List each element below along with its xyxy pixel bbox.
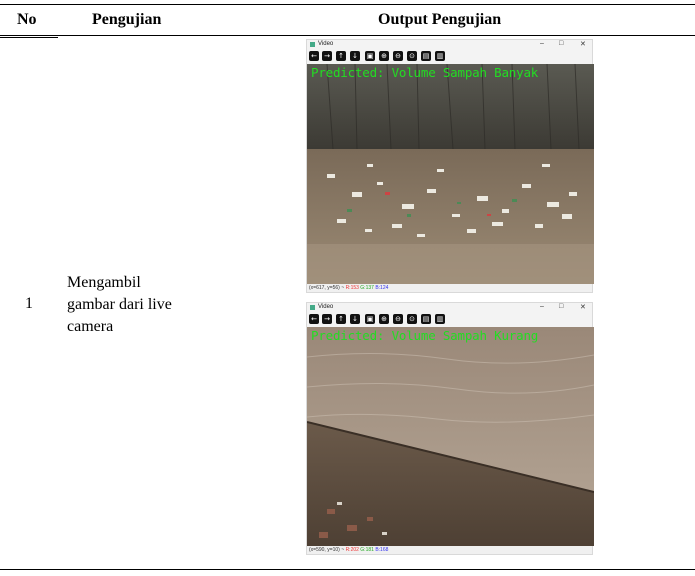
minimize-button[interactable]: –: [540, 303, 544, 310]
status-bar: (x=590, y=10) ~ R:202 G:181 B:168: [307, 546, 592, 554]
maximize-button[interactable]: □: [559, 303, 563, 310]
header-no: No: [17, 11, 37, 28]
camera-frame-river-trash: Predicted: Volume Sampah Banyak: [307, 64, 594, 284]
properties-icon[interactable]: ▥: [435, 314, 445, 324]
close-button[interactable]: ✕: [580, 40, 586, 48]
maximize-button[interactable]: □: [559, 40, 563, 47]
status-coords: (x=617, y=56) ~: [309, 285, 345, 291]
app-icon: [310, 305, 315, 310]
arrow-up-icon[interactable]: ↑: [336, 314, 346, 324]
copy-icon[interactable]: ▤: [421, 314, 431, 324]
prediction-label: Predicted: Volume Sampah Kurang: [311, 328, 539, 343]
zoom-out-icon[interactable]: ⊖: [393, 51, 403, 61]
status-bar: (x=617, y=56) ~ R:153 G:137 B:124: [307, 284, 592, 292]
window-titlebar: Video – □ ✕: [307, 303, 592, 313]
header-short-rule: [0, 37, 58, 38]
status-g: G:181: [360, 547, 374, 553]
zoom-out-icon[interactable]: ⊖: [393, 314, 403, 324]
table-top-rule: [0, 4, 695, 5]
status-r: R:153: [345, 285, 359, 291]
header-bottom-rule: [0, 35, 695, 36]
status-b: B:168: [375, 547, 389, 553]
test-description-line: gambar dari live: [67, 296, 172, 313]
arrow-left-icon[interactable]: ←: [309, 51, 319, 61]
header-output: Output Pengujian: [378, 11, 502, 28]
status-coords: (x=590, y=10) ~: [309, 547, 345, 553]
test-description-line: camera: [67, 318, 114, 335]
image-toolbar: ← → ↑ ↓ ▣ ⊕ ⊖ ⊙ ▤ ▥: [307, 313, 592, 327]
zoom-in-icon[interactable]: ⊕: [379, 314, 389, 324]
close-button[interactable]: ✕: [580, 303, 586, 311]
video-window-2: Video – □ ✕ ← → ↑ ↓ ▣ ⊕ ⊖ ⊙ ▤ ▥ Predicte…: [306, 302, 594, 555]
video-window-1: Video – □ ✕ ← → ↑ ↓ ▣ ⊕ ⊖ ⊙ ▤ ▥ Predicte…: [306, 39, 594, 293]
app-icon: [310, 42, 315, 47]
zoom-in-icon[interactable]: ⊕: [379, 51, 389, 61]
status-g: G:137: [360, 285, 374, 291]
arrow-down-icon[interactable]: ↓: [350, 314, 360, 324]
prediction-label: Predicted: Volume Sampah Banyak: [311, 65, 539, 80]
window-title: Video: [318, 41, 334, 47]
arrow-right-icon[interactable]: →: [322, 314, 332, 324]
row-number: 1: [25, 295, 33, 312]
arrow-right-icon[interactable]: →: [322, 51, 332, 61]
zoom-reset-icon[interactable]: ⊙: [407, 314, 417, 324]
image-toolbar: ← → ↑ ↓ ▣ ⊕ ⊖ ⊙ ▤ ▥: [307, 50, 592, 64]
zoom-reset-icon[interactable]: ⊙: [407, 51, 417, 61]
river-clean-image: [307, 327, 594, 546]
status-b: B:124: [375, 285, 389, 291]
camera-frame-river-clean: Predicted: Volume Sampah Kurang: [307, 327, 594, 546]
test-description-line: Mengambil: [67, 274, 141, 291]
copy-icon[interactable]: ▤: [421, 51, 431, 61]
window-title: Video: [318, 304, 334, 310]
river-trash-image: [307, 64, 594, 284]
properties-icon[interactable]: ▥: [435, 51, 445, 61]
status-r: R:202: [345, 547, 359, 553]
table-bottom-rule: [0, 569, 695, 570]
save-icon[interactable]: ▣: [365, 51, 375, 61]
header-pengujian: Pengujian: [92, 11, 162, 28]
test-description: Mengambil gambar dari live camera: [67, 272, 172, 338]
minimize-button[interactable]: –: [540, 40, 544, 47]
arrow-left-icon[interactable]: ←: [309, 314, 319, 324]
arrow-down-icon[interactable]: ↓: [350, 51, 360, 61]
save-icon[interactable]: ▣: [365, 314, 375, 324]
arrow-up-icon[interactable]: ↑: [336, 51, 346, 61]
window-titlebar: Video – □ ✕: [307, 40, 592, 50]
